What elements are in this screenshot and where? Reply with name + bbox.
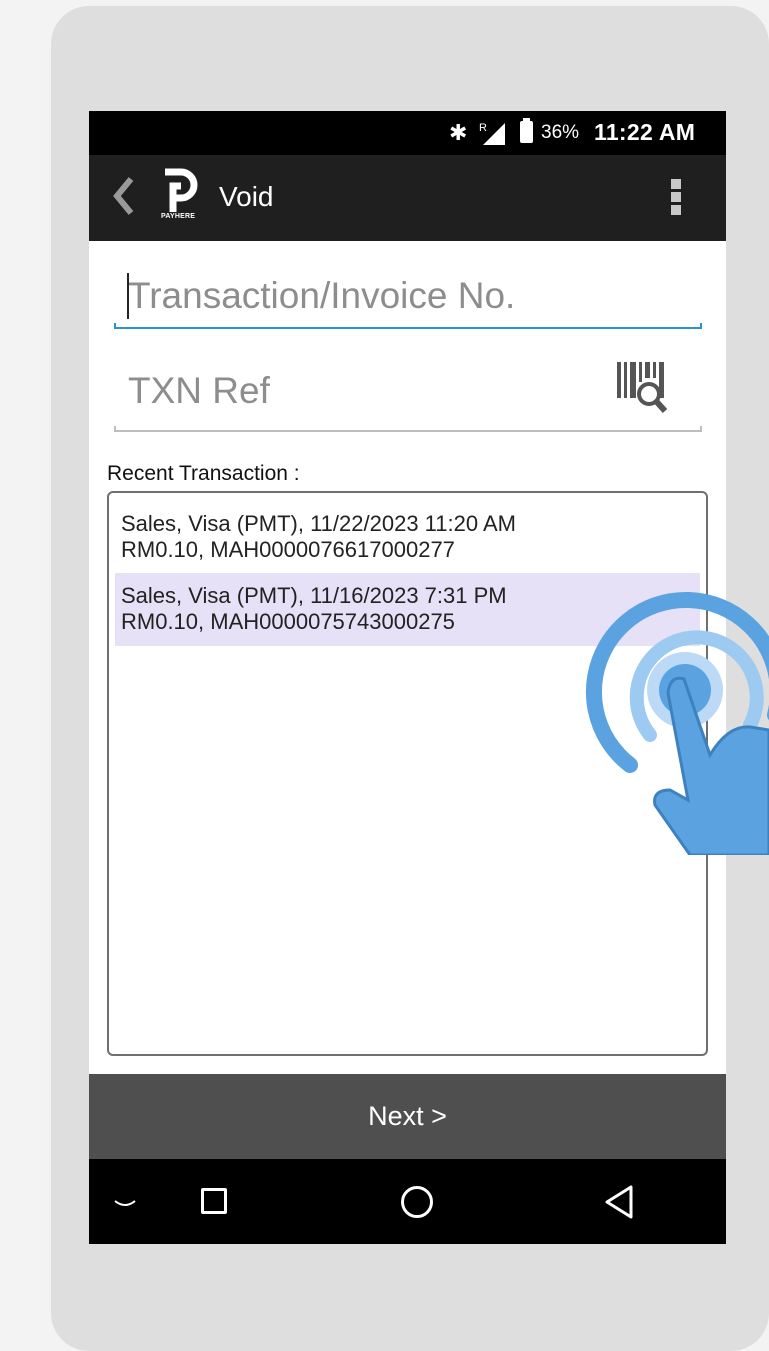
- transaction-summary: Sales, Visa (PMT), 11/22/2023 11:20 AM: [121, 511, 516, 536]
- status-bar: ✱ R 36% 11:22 AM: [89, 111, 726, 155]
- transaction-number-input[interactable]: [114, 261, 702, 331]
- payhere-logo: PAYHERE: [159, 168, 203, 228]
- transaction-number-field[interactable]: [114, 261, 702, 337]
- txn-ref-field[interactable]: [114, 356, 702, 432]
- status-time: 11:22 AM: [594, 119, 696, 145]
- tap-gesture-icon: [585, 591, 769, 855]
- action-bar: PAYHERE Void: [89, 155, 726, 241]
- transaction-item[interactable]: Sales, Visa (PMT), 11/22/2023 11:20 AM R…: [115, 501, 700, 573]
- text-cursor: [127, 273, 129, 319]
- signal-icon: R: [479, 122, 505, 145]
- page-title: Void: [219, 181, 274, 212]
- txn-ref-input[interactable]: [114, 356, 702, 426]
- home-icon[interactable]: [401, 1186, 433, 1218]
- logo-text: PAYHERE: [161, 213, 196, 220]
- android-nav-bar: [89, 1159, 726, 1244]
- battery-percent: 36%: [541, 122, 580, 143]
- recent-transaction-label: Recent Transaction :: [107, 462, 300, 485]
- back-arrow-icon[interactable]: [109, 173, 139, 219]
- recent-apps-icon[interactable]: [201, 1188, 227, 1214]
- bluetooth-icon: ✱: [449, 120, 468, 145]
- nav-back-icon[interactable]: [603, 1183, 635, 1221]
- next-button[interactable]: Next >: [89, 1074, 726, 1159]
- roaming-indicator: R: [479, 122, 487, 134]
- input-underline: [114, 426, 702, 432]
- barcode-scan-icon[interactable]: [615, 356, 675, 420]
- hide-keyboard-icon[interactable]: [113, 1197, 137, 1211]
- overflow-menu-icon[interactable]: [669, 179, 683, 219]
- battery-icon: [520, 118, 533, 143]
- input-underline: [114, 323, 702, 329]
- transaction-amount-ref: RM0.10, MAH0000076617000277: [121, 537, 455, 562]
